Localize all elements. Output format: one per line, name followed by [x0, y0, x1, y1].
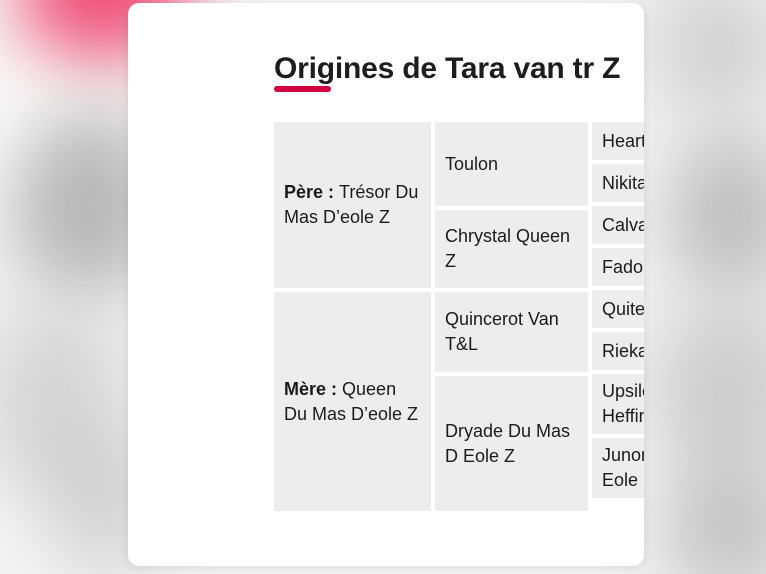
pedigree-cell-dam[interactable]: Mère : Queen Du Mas D’eole Z — [274, 292, 431, 511]
pedigree-cell-great-grandparent-8[interactable]: Junon Du Mas D Eole — [592, 438, 644, 498]
pedigree-cell-label: Chrystal Queen Z — [445, 226, 571, 271]
pedigree-cell-great-grandparent-4[interactable]: Fadonja — [592, 248, 644, 286]
background-blur-shape — [652, 300, 766, 480]
pedigree-cell-granddam-paternal[interactable]: Chrystal Queen Z — [435, 210, 588, 288]
pedigree-cell-great-grandparent-2[interactable]: Nikita — [592, 164, 644, 202]
pedigree-table: Père : Trésor Du Mas D’eole Z Mère : Que… — [274, 122, 644, 511]
pedigree-cell-sire[interactable]: Père : Trésor Du Mas D’eole Z — [274, 122, 431, 288]
pedigree-cell-label: Calvaro Z — [602, 214, 644, 235]
pedigree-card: Origines de Tara van tr Z Père : Trésor … — [128, 3, 644, 566]
pedigree-cell-great-grandparent-3[interactable]: Calvaro Z — [592, 206, 644, 244]
pedigree-cell-great-grandparent-7[interactable]: Upsilon Van De Heffinck — [592, 374, 644, 434]
background-blur-shape — [666, 130, 766, 300]
pedigree-cell-great-grandparent-6[interactable]: Rieka II — [592, 332, 644, 370]
pedigree-column-generation-3: Heartbreaker Nikita Calvaro Z Fadonja Qu… — [592, 122, 644, 511]
pedigree-cell-label: Quincerot Van T&L — [445, 309, 559, 354]
dam-label: Mère : — [284, 378, 343, 399]
background-blur-shape — [648, 0, 766, 120]
pedigree-cell-great-grandparent-5[interactable]: Quite Capitol — [592, 290, 644, 328]
pedigree-cell-grandsire-maternal[interactable]: Quincerot Van T&L — [435, 292, 588, 372]
pedigree-cell-great-grandparent-1[interactable]: Heartbreaker — [592, 122, 644, 160]
pedigree-column-generation-1: Père : Trésor Du Mas D’eole Z Mère : Que… — [274, 122, 431, 511]
pedigree-cell-label: Quite Capitol — [602, 298, 644, 319]
pedigree-cell-label: Dryade Du Mas D Eole Z — [445, 420, 571, 466]
pedigree-cell-label: Rieka II — [602, 340, 644, 361]
pedigree-cell-label: Toulon — [445, 153, 499, 174]
pedigree-cell-grandsire-paternal[interactable]: Toulon — [435, 122, 588, 206]
title-underline-accent — [274, 86, 331, 92]
pedigree-cell-label: Fadonja — [602, 256, 644, 277]
page-title: Origines de Tara van tr Z — [274, 52, 621, 86]
pedigree-cell-granddam-maternal[interactable]: Dryade Du Mas D Eole Z — [435, 376, 588, 511]
pedigree-cell-label: Nikita — [602, 172, 644, 193]
pedigree-cell-label: Heartbreaker — [602, 130, 644, 151]
pedigree-column-generation-2: Toulon Chrystal Queen Z Quincerot Van T&… — [435, 122, 588, 511]
pedigree-cell-label: Junon Du Mas D Eole — [602, 445, 644, 490]
background-blur-shape — [660, 455, 766, 574]
sire-label: Père : — [284, 182, 340, 202]
pedigree-cell-label: Upsilon Van De Heffinck — [602, 381, 644, 426]
scrollbar-track[interactable] — [639, 0, 648, 574]
